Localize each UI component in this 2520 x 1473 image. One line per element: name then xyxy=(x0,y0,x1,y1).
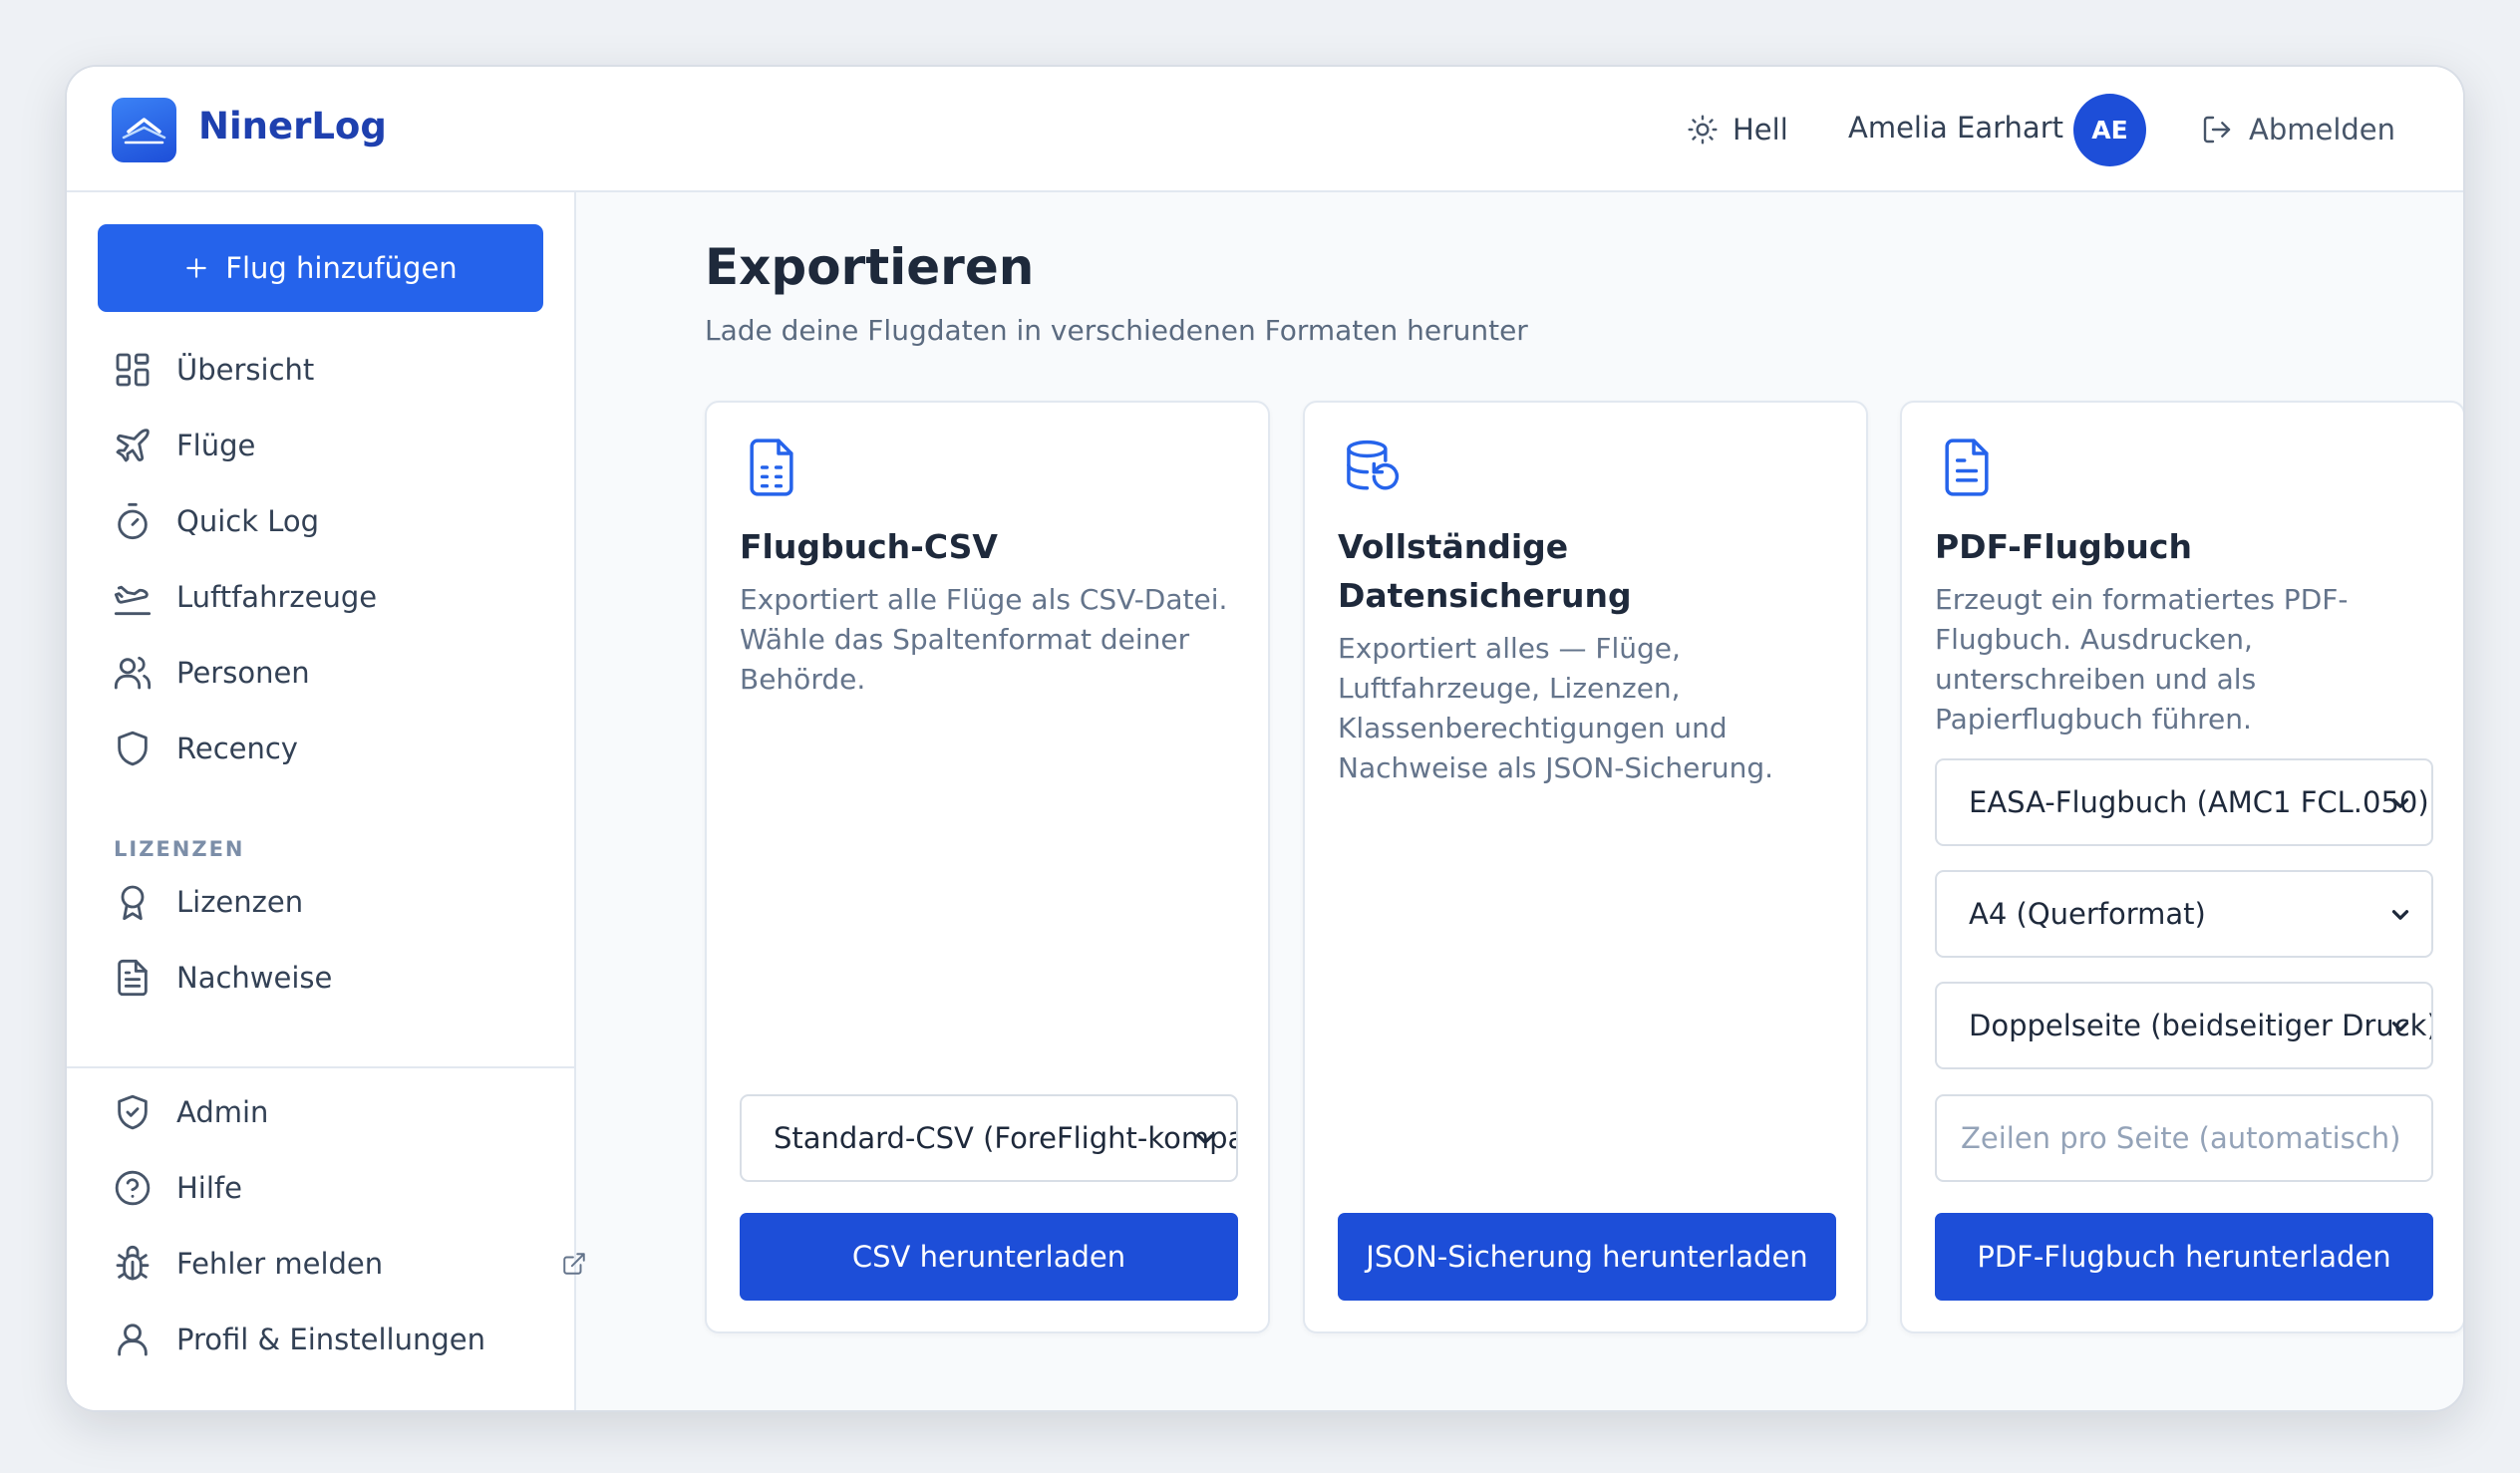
theme-toggle[interactable]: Hell xyxy=(1687,107,1788,152)
sidebar-item-label: Nachweise xyxy=(176,961,333,995)
sidebar-item-report-bug[interactable]: Fehler melden xyxy=(113,1239,585,1289)
card-title: Flugbuch-CSV xyxy=(740,527,998,566)
card-description: Erzeugt ein formatiertes PDF-Flugbuch. A… xyxy=(1935,583,2349,736)
export-card-csv: Flugbuch-CSV Exportiert alle Flüge als C… xyxy=(705,401,1270,1333)
plus-icon xyxy=(186,258,207,278)
sun-icon xyxy=(1688,115,1718,145)
sidebar: Flug hinzufügen Übersicht Flüge Quick Lo… xyxy=(67,192,585,1410)
page-layout-select[interactable]: Doppelseite (beidseitiger Druck) xyxy=(1935,982,2433,1069)
plane-landing-icon xyxy=(114,585,152,616)
stopwatch-icon xyxy=(118,502,148,540)
award-icon xyxy=(121,885,145,921)
chevron-down-icon xyxy=(2391,1022,2409,1031)
sidebar-item-label: Fehler melden xyxy=(176,1247,384,1281)
paper-size-select[interactable]: A4 (Querformat) xyxy=(1935,870,2433,958)
add-flight-button[interactable]: Flug hinzufügen xyxy=(98,224,543,312)
app-brand[interactable]: NinerLog xyxy=(198,105,387,147)
select-value: A4 (Querformat) xyxy=(1969,897,2206,931)
logbook-format-select[interactable]: EASA-Flugbuch (AMC1 FCL.050) xyxy=(1935,758,2433,846)
sidebar-item-people[interactable]: Personen xyxy=(113,648,551,698)
sidebar-item-label: Admin xyxy=(176,1095,269,1129)
shield-icon xyxy=(118,731,148,766)
section-label-licenses: LIZENZEN xyxy=(114,837,245,861)
sidebar-item-profile-settings[interactable]: Profil & Einstellungen xyxy=(113,1315,551,1364)
sidebar-item-recency[interactable]: Recency xyxy=(113,724,551,773)
card-description: Exportiert alle Flüge als CSV-Datei. Wäh… xyxy=(740,583,1228,696)
download-pdf-button[interactable]: PDF-Flugbuch herunterladen xyxy=(1935,1213,2433,1301)
app-logo-icon[interactable] xyxy=(112,98,176,162)
select-value: EASA-Flugbuch (AMC1 FCL.050) xyxy=(1969,785,2429,819)
sidebar-item-label: Flüge xyxy=(176,429,256,462)
sidebar-item-licenses[interactable]: Lizenzen xyxy=(113,877,551,927)
user-icon xyxy=(118,1324,148,1356)
sidebar-item-label: Übersicht xyxy=(176,353,315,387)
download-csv-button[interactable]: CSV herunterladen xyxy=(740,1213,1238,1301)
sidebar-item-help[interactable]: Hilfe xyxy=(113,1163,551,1213)
download-json-button[interactable]: JSON-Sicherung herunterladen xyxy=(1338,1213,1836,1301)
sidebar-item-label: Lizenzen xyxy=(176,885,304,919)
sidebar-divider xyxy=(67,1066,574,1068)
top-header: NinerLog Hell Amelia Earhart AE Abmelden xyxy=(67,67,2463,192)
app-window: NinerLog Hell Amelia Earhart AE Abmelden xyxy=(65,65,2465,1412)
main-content: Exportieren Lade deine Flugdaten in vers… xyxy=(578,192,2463,1410)
chevron-down-icon xyxy=(2391,910,2409,920)
add-flight-label: Flug hinzufügen xyxy=(225,251,458,285)
csv-format-select[interactable]: Standard-CSV (ForeFlight-kompatibel) xyxy=(740,1094,1238,1182)
sidebar-item-certificates[interactable]: Nachweise xyxy=(113,953,551,1003)
card-description: Exportiert alles — Flüge, Luftfahrzeuge,… xyxy=(1338,632,1774,784)
page-title: Exportieren xyxy=(705,238,1035,296)
plane-icon xyxy=(116,429,150,462)
users-icon xyxy=(114,656,152,690)
sidebar-item-overview[interactable]: Übersicht xyxy=(113,345,551,395)
user-name[interactable]: Amelia Earhart xyxy=(1848,111,2063,145)
page-subtitle: Lade deine Flugdaten in verschiedenen Fo… xyxy=(705,314,1528,347)
csv-file-icon xyxy=(750,439,793,496)
bug-icon xyxy=(116,1245,150,1281)
sidebar-item-aircraft[interactable]: Luftfahrzeuge xyxy=(113,572,551,622)
card-title: Vollständige Datensicherung xyxy=(1338,527,1632,615)
help-circle-icon xyxy=(115,1170,151,1206)
sidebar-item-label: Quick Log xyxy=(176,504,320,538)
sidebar-item-label: Luftfahrzeuge xyxy=(176,580,378,614)
export-card-pdf: PDF-Flugbuch Erzeugt ein formatiertes PD… xyxy=(1900,401,2463,1333)
sidebar-item-quick-log[interactable]: Quick Log xyxy=(113,496,551,546)
select-value: Doppelseite (beidseitiger Druck) xyxy=(1969,1009,2433,1042)
logout-button[interactable]: Abmelden xyxy=(2201,107,2395,152)
sidebar-item-label: Recency xyxy=(176,732,298,765)
select-value: Standard-CSV (ForeFlight-kompatibel) xyxy=(774,1121,1238,1155)
sidebar-item-label: Profil & Einstellungen xyxy=(176,1323,485,1356)
sidebar-item-flights[interactable]: Flüge xyxy=(113,421,551,470)
dashboard-icon xyxy=(116,353,150,387)
chevron-down-icon xyxy=(2391,798,2409,808)
document-icon xyxy=(118,959,148,997)
pdf-file-icon xyxy=(1945,439,1989,496)
chevron-down-icon xyxy=(1196,1134,1214,1144)
sidebar-item-admin[interactable]: Admin xyxy=(113,1087,551,1137)
avatar[interactable]: AE xyxy=(2073,94,2146,166)
input-placeholder: Zeilen pro Seite (automatisch) xyxy=(1961,1121,2401,1155)
sidebar-item-label: Hilfe xyxy=(176,1171,242,1205)
shield-check-icon xyxy=(118,1094,148,1130)
export-card-backup: Vollständige Datensicherung Exportiert a… xyxy=(1303,401,1868,1333)
theme-label: Hell xyxy=(1732,113,1788,147)
sidebar-item-label: Personen xyxy=(176,656,310,690)
rows-per-page-input[interactable]: Zeilen pro Seite (automatisch) xyxy=(1935,1094,2433,1182)
logout-label: Abmelden xyxy=(2249,113,2396,147)
logout-icon xyxy=(2203,116,2231,144)
card-title: PDF-Flugbuch xyxy=(1935,527,2192,566)
database-restore-icon xyxy=(1347,440,1400,490)
